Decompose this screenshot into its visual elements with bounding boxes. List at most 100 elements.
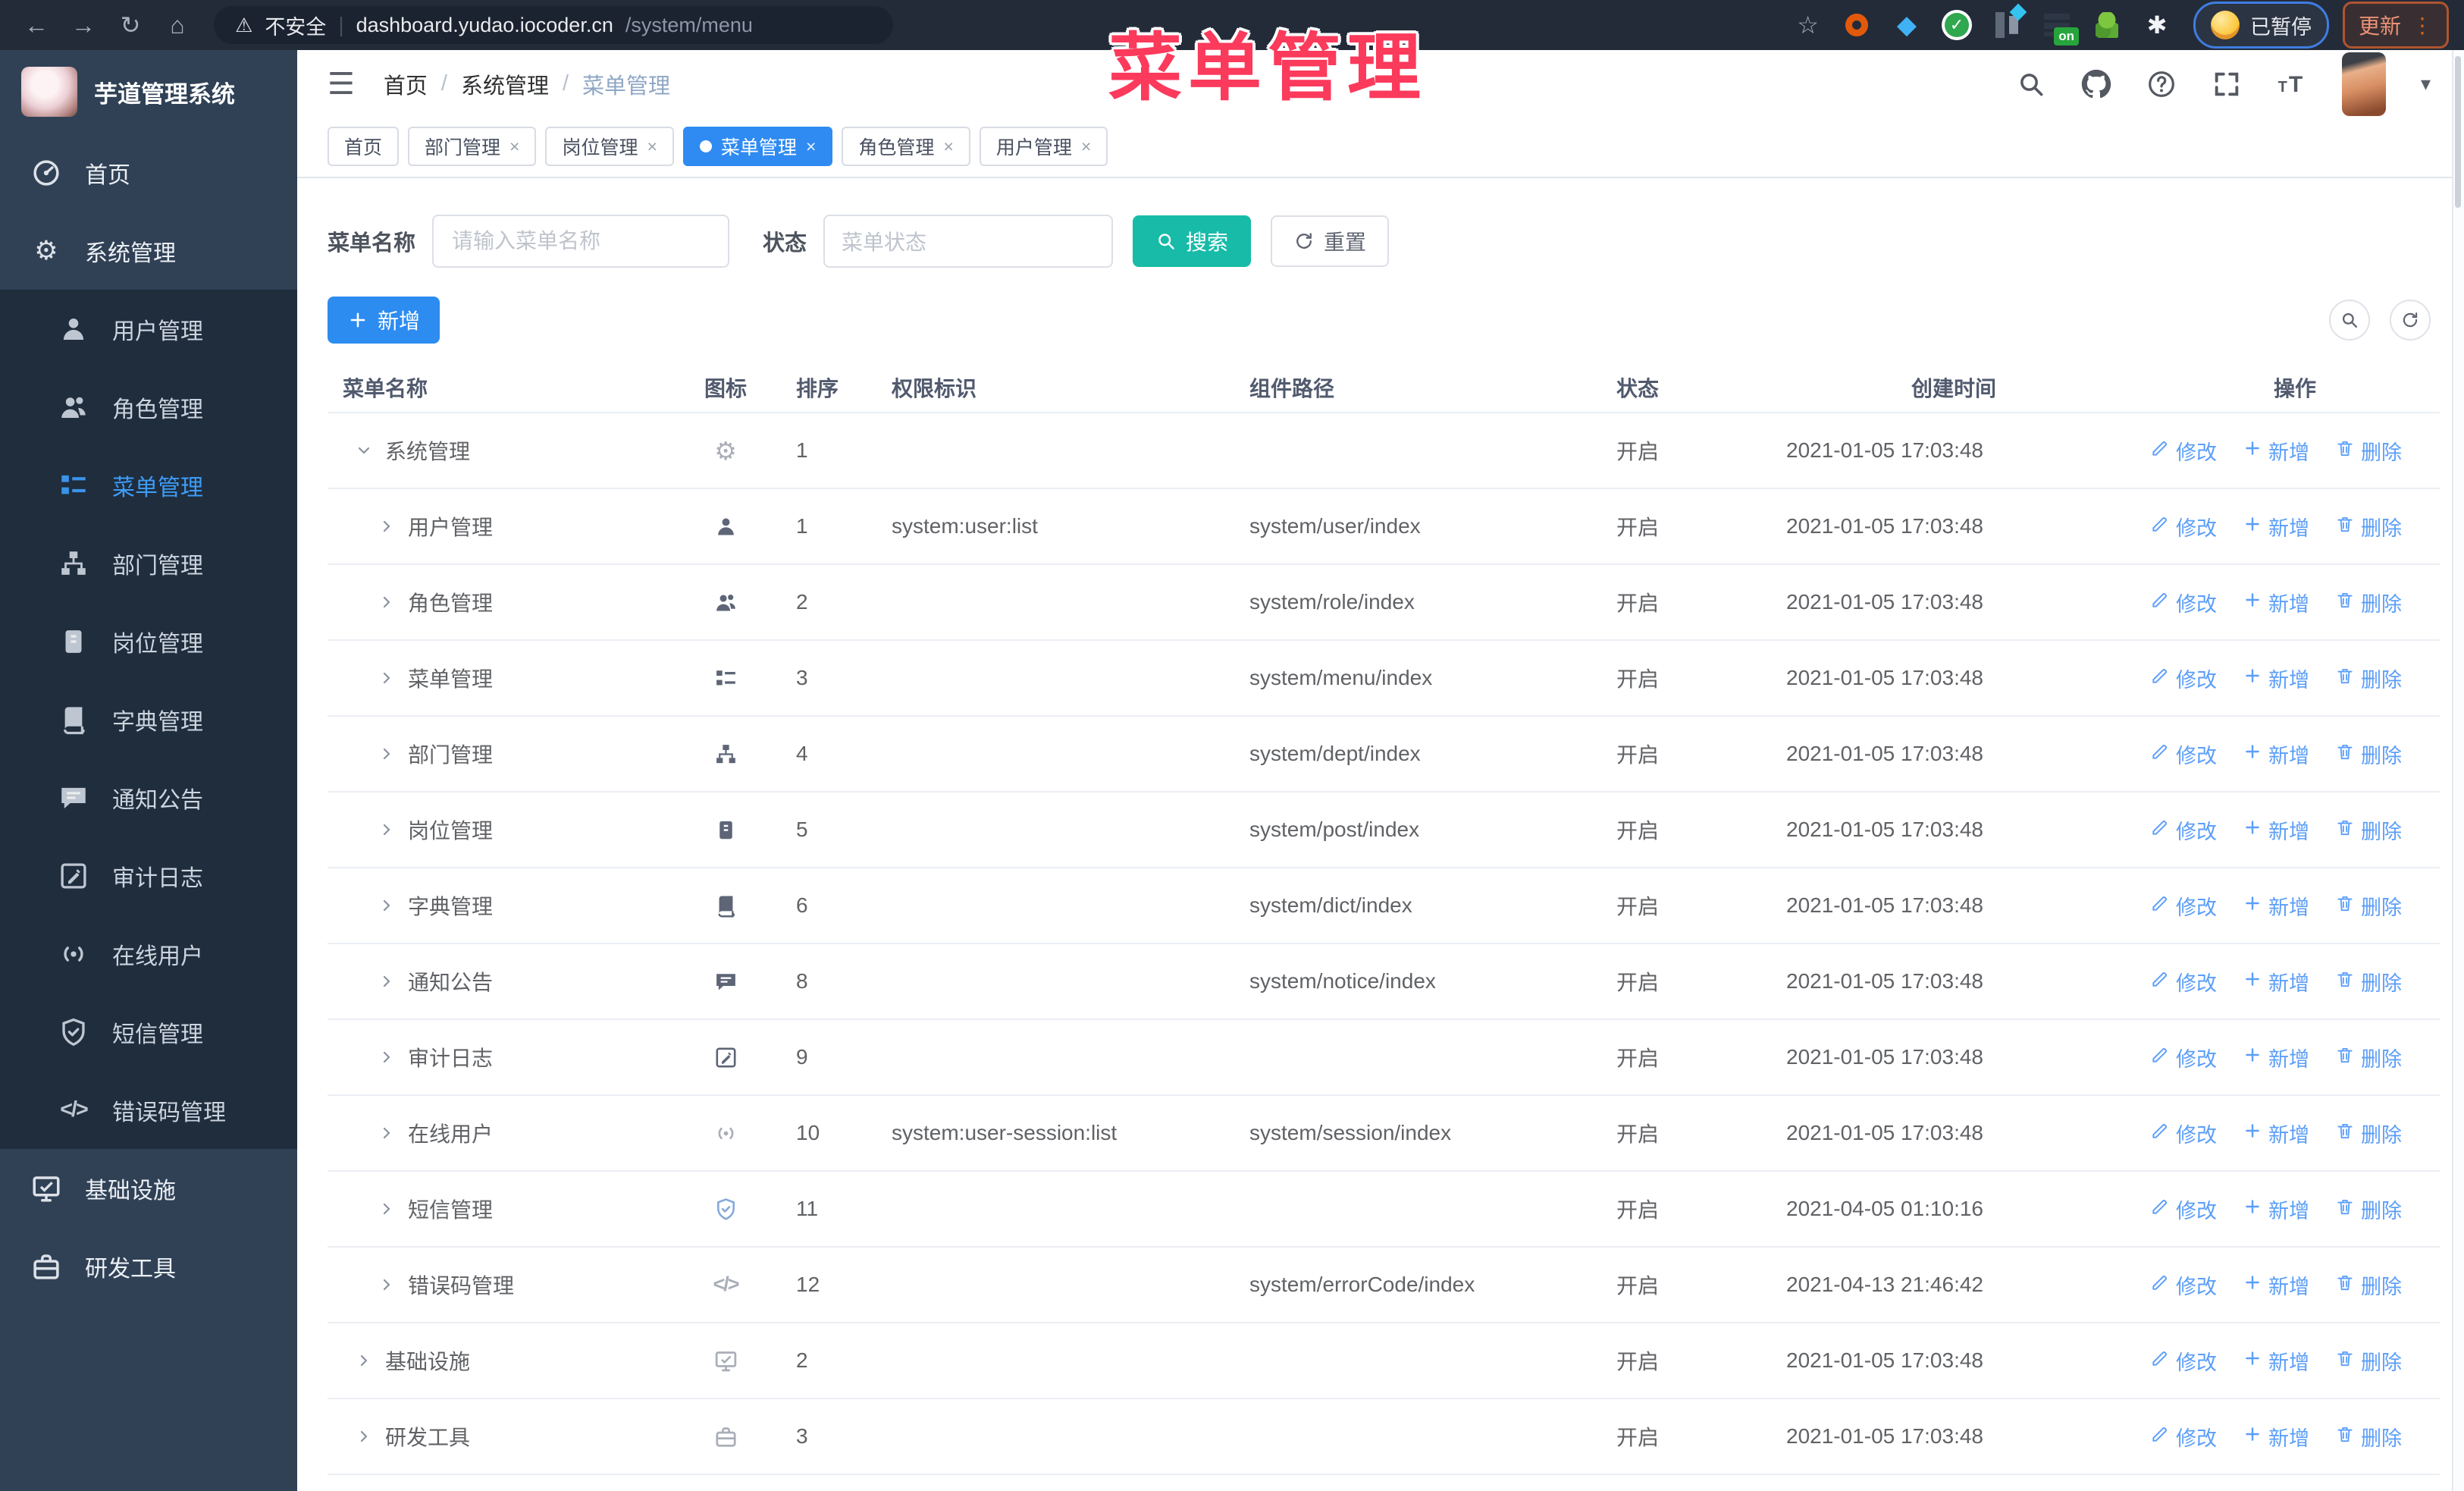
row-delete-link[interactable]: 删除 bbox=[2335, 1422, 2402, 1452]
expand-arrow-icon[interactable] bbox=[378, 745, 396, 763]
expand-arrow-icon[interactable] bbox=[378, 1124, 396, 1142]
sidebar-item-审计日志[interactable]: 审计日志 bbox=[0, 837, 297, 915]
expand-arrow-icon[interactable] bbox=[378, 517, 396, 535]
sidebar-item-首页[interactable]: 首页 bbox=[0, 133, 297, 212]
row-delete-link[interactable]: 删除 bbox=[2335, 1119, 2402, 1148]
fullscreen-icon[interactable] bbox=[2212, 69, 2242, 99]
extension-bars-icon[interactable] bbox=[1989, 8, 2024, 42]
row-edit-link[interactable]: 修改 bbox=[2150, 1270, 2217, 1300]
close-icon[interactable]: × bbox=[509, 137, 519, 157]
table-row[interactable]: 系统管理 ⚙ 1 开启 2021-01-05 17:03:48 修改 新增 删除 bbox=[328, 413, 2440, 489]
scrollbar[interactable] bbox=[2452, 50, 2464, 1491]
refresh-table-button[interactable] bbox=[2390, 300, 2431, 341]
tab-菜单管理[interactable]: 菜单管理 × bbox=[682, 127, 833, 166]
tab-岗位管理[interactable]: 岗位管理 × bbox=[545, 127, 674, 166]
row-delete-link[interactable]: 删除 bbox=[2335, 1194, 2402, 1224]
row-add-link[interactable]: 新增 bbox=[2243, 739, 2309, 769]
expand-arrow-icon[interactable] bbox=[378, 972, 396, 990]
table-row[interactable]: 通知公告 8 system/notice/index 开启 2021-01-05… bbox=[328, 944, 2440, 1020]
sidebar-item-研发工具[interactable]: 研发工具 bbox=[0, 1227, 297, 1305]
row-edit-link[interactable]: 修改 bbox=[2150, 1346, 2217, 1376]
browser-update-button[interactable]: 更新 ⋮ bbox=[2342, 2, 2449, 49]
expand-arrow-icon[interactable] bbox=[355, 1427, 373, 1445]
row-edit-link[interactable]: 修改 bbox=[2150, 967, 2217, 997]
sidebar-item-错误码管理[interactable]: </> 错误码管理 bbox=[0, 1071, 297, 1149]
row-delete-link[interactable]: 删除 bbox=[2335, 1346, 2402, 1376]
hamburger-icon[interactable]: ☰ bbox=[328, 67, 355, 102]
expand-arrow-icon[interactable] bbox=[378, 896, 396, 915]
extension-check-icon[interactable]: ✓ bbox=[1939, 8, 1974, 42]
row-edit-link[interactable]: 修改 bbox=[2150, 815, 2217, 845]
sidebar-item-部门管理[interactable]: 部门管理 bbox=[0, 524, 297, 602]
sidebar-item-角色管理[interactable]: 角色管理 bbox=[0, 368, 297, 446]
row-edit-link[interactable]: 修改 bbox=[2150, 1194, 2217, 1224]
row-edit-link[interactable]: 修改 bbox=[2150, 512, 2217, 541]
tab-首页[interactable]: 首页 bbox=[328, 127, 400, 166]
tab-部门管理[interactable]: 部门管理 × bbox=[408, 127, 537, 166]
sidebar-item-字典管理[interactable]: 字典管理 bbox=[0, 680, 297, 758]
row-edit-link[interactable]: 修改 bbox=[2150, 436, 2217, 466]
user-avatar[interactable] bbox=[2341, 52, 2386, 116]
sidebar-item-菜单管理[interactable]: 菜单管理 bbox=[0, 446, 297, 524]
sidebar-item-系统管理[interactable]: ⚙ 系统管理 bbox=[0, 212, 297, 290]
github-icon[interactable] bbox=[2081, 69, 2111, 99]
extension-onebadge-icon[interactable]: on bbox=[2039, 8, 2079, 46]
sidebar-item-岗位管理[interactable]: 岗位管理 bbox=[0, 602, 297, 680]
row-add-link[interactable]: 新增 bbox=[2243, 1270, 2309, 1300]
row-delete-link[interactable]: 删除 bbox=[2335, 1043, 2402, 1072]
row-edit-link[interactable]: 修改 bbox=[2150, 588, 2217, 617]
row-add-link[interactable]: 新增 bbox=[2243, 664, 2309, 693]
row-edit-link[interactable]: 修改 bbox=[2150, 664, 2217, 693]
row-edit-link[interactable]: 修改 bbox=[2150, 739, 2217, 769]
app-logo[interactable]: 芋道管理系统 bbox=[0, 50, 297, 133]
row-delete-link[interactable]: 删除 bbox=[2335, 512, 2402, 541]
table-row[interactable]: 字典管理 6 system/dict/index 开启 2021-01-05 1… bbox=[328, 868, 2440, 944]
row-delete-link[interactable]: 删除 bbox=[2335, 664, 2402, 693]
scrollbar-thumb[interactable] bbox=[2455, 56, 2461, 208]
sidebar-item-短信管理[interactable]: 短信管理 bbox=[0, 993, 297, 1071]
table-row[interactable]: 角色管理 2 system/role/index 开启 2021-01-05 1… bbox=[328, 565, 2440, 641]
back-icon[interactable]: ← bbox=[15, 6, 58, 44]
row-edit-link[interactable]: 修改 bbox=[2150, 891, 2217, 921]
table-row[interactable]: 研发工具 3 开启 2021-01-05 17:03:48 修改 新增 删除 bbox=[328, 1399, 2440, 1475]
expand-arrow-icon[interactable] bbox=[378, 821, 396, 839]
table-row[interactable]: 菜单管理 3 system/menu/index 开启 2021-01-05 1… bbox=[328, 641, 2440, 717]
row-add-link[interactable]: 新增 bbox=[2243, 967, 2309, 997]
expand-arrow-icon[interactable] bbox=[355, 1351, 373, 1370]
home-icon[interactable]: ⌂ bbox=[156, 6, 199, 44]
extension-donut-icon[interactable] bbox=[1839, 8, 1874, 42]
row-add-link[interactable]: 新增 bbox=[2243, 1043, 2309, 1072]
row-edit-link[interactable]: 修改 bbox=[2150, 1043, 2217, 1072]
toggle-search-button[interactable] bbox=[2329, 300, 2370, 341]
menu-name-input[interactable] bbox=[432, 215, 730, 268]
address-bar[interactable]: ⚠ 不安全 | dashboard.yudao.iocoder.cn/syste… bbox=[214, 6, 893, 44]
row-edit-link[interactable]: 修改 bbox=[2150, 1119, 2217, 1148]
expand-arrow-icon[interactable] bbox=[378, 1200, 396, 1218]
row-delete-link[interactable]: 删除 bbox=[2335, 1270, 2402, 1300]
row-add-link[interactable]: 新增 bbox=[2243, 815, 2309, 845]
expand-arrow-icon[interactable] bbox=[378, 1276, 396, 1294]
row-delete-link[interactable]: 删除 bbox=[2335, 967, 2402, 997]
breadcrumb-item[interactable]: 系统管理 bbox=[461, 68, 549, 100]
breadcrumb-item[interactable]: 首页 bbox=[384, 68, 428, 100]
chevron-down-icon[interactable]: ▾ bbox=[2421, 72, 2431, 96]
close-icon[interactable]: × bbox=[1081, 137, 1091, 157]
table-row[interactable]: 部门管理 4 system/dept/index 开启 2021-01-05 1… bbox=[328, 717, 2440, 793]
extension-gem-icon[interactable]: ◆ bbox=[1889, 8, 1924, 42]
row-add-link[interactable]: 新增 bbox=[2243, 436, 2309, 466]
profile-paused-badge[interactable]: 已暂停 bbox=[2193, 2, 2329, 49]
table-row[interactable]: 基础设施 2 开启 2021-01-05 17:03:48 修改 新增 删除 bbox=[328, 1323, 2440, 1399]
row-add-link[interactable]: 新增 bbox=[2243, 1119, 2309, 1148]
row-edit-link[interactable]: 修改 bbox=[2150, 1422, 2217, 1452]
help-icon[interactable] bbox=[2146, 69, 2177, 99]
sidebar-item-通知公告[interactable]: 通知公告 bbox=[0, 758, 297, 837]
close-icon[interactable]: × bbox=[943, 137, 953, 157]
browser-menu-icon[interactable]: ⋮ bbox=[2412, 13, 2433, 38]
extensions-puzzle-icon[interactable]: ✱ bbox=[2140, 8, 2174, 42]
table-row[interactable]: 短信管理 11 开启 2021-04-05 01:10:16 修改 新增 删除 bbox=[328, 1172, 2440, 1248]
table-row[interactable]: 岗位管理 5 system/post/index 开启 2021-01-05 1… bbox=[328, 793, 2440, 868]
row-add-link[interactable]: 新增 bbox=[2243, 1422, 2309, 1452]
row-delete-link[interactable]: 删除 bbox=[2335, 891, 2402, 921]
tab-角色管理[interactable]: 角色管理 × bbox=[842, 127, 970, 166]
row-delete-link[interactable]: 删除 bbox=[2335, 815, 2402, 845]
